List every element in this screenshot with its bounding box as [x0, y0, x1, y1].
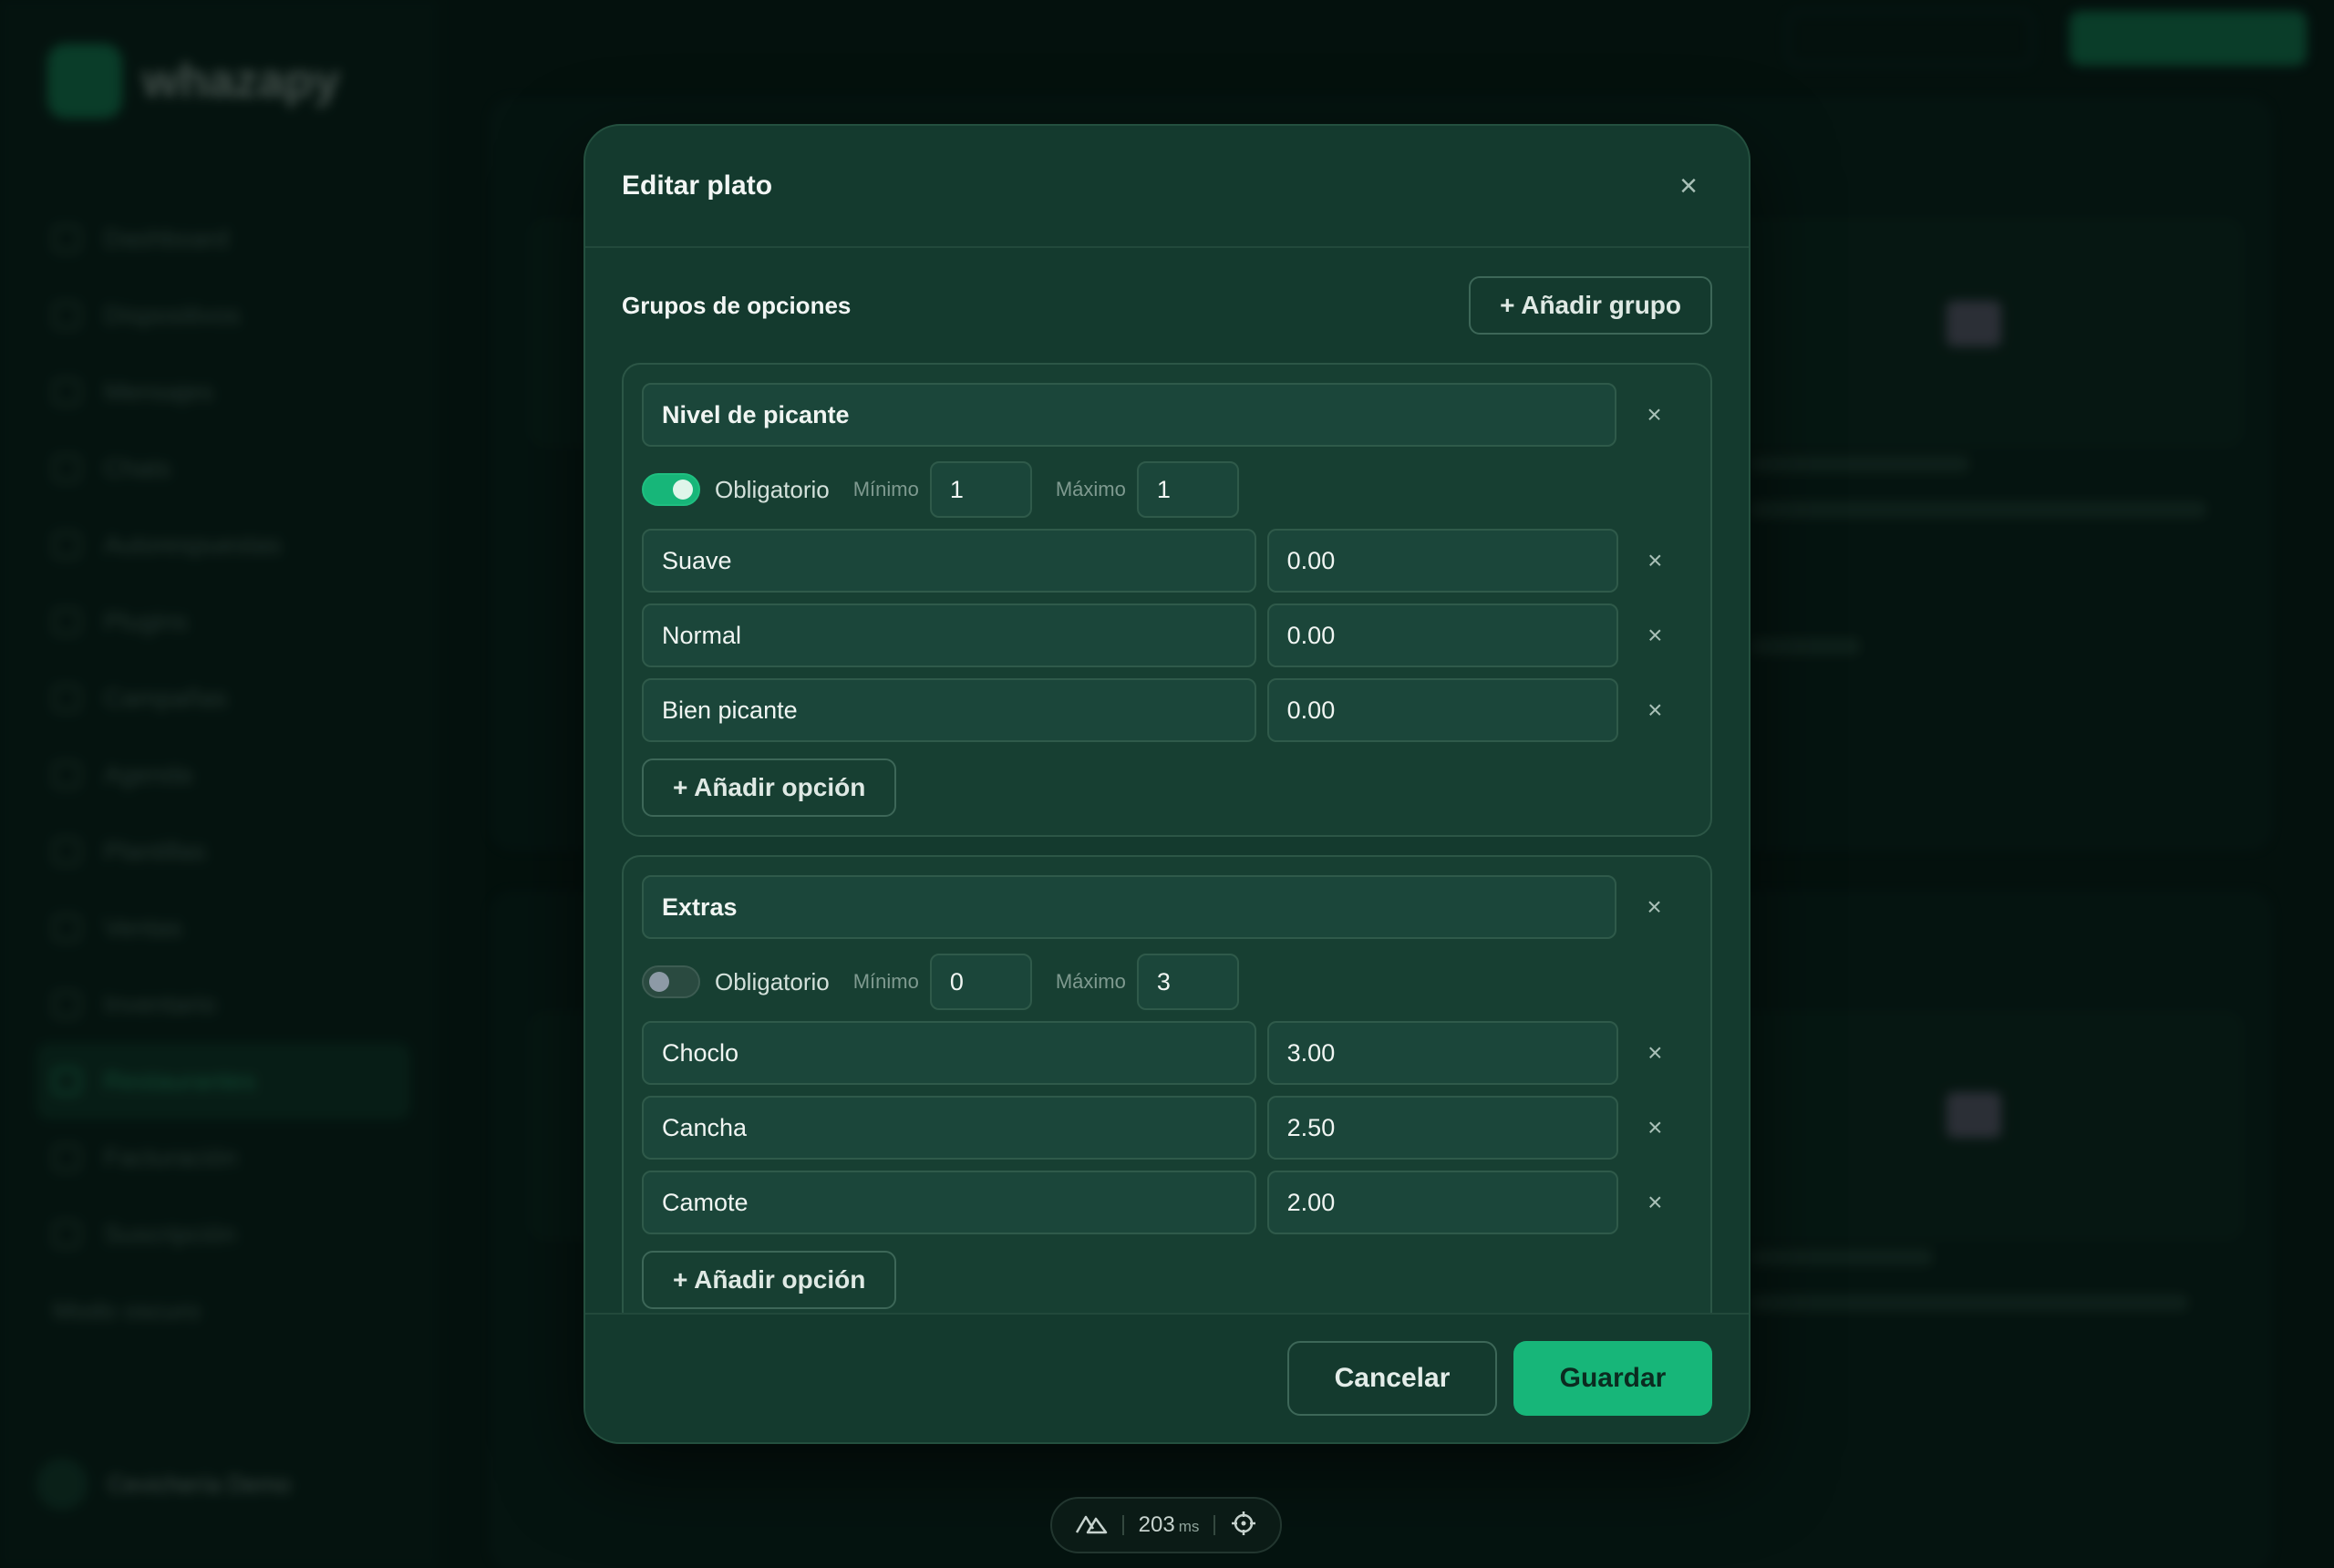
option-name-input[interactable]: Normal: [642, 603, 1256, 667]
modal-header: Editar plato ×: [585, 126, 1749, 248]
toggle-knob: [673, 480, 693, 500]
remove-option-icon[interactable]: ×: [1618, 696, 1692, 725]
option-name-input[interactable]: Cancha: [642, 1096, 1256, 1160]
option-price-input[interactable]: 2.50: [1266, 1096, 1618, 1160]
nuxt-logo-icon[interactable]: [1075, 1512, 1108, 1539]
close-icon[interactable]: ×: [1668, 166, 1709, 206]
max-label: Máximo: [1055, 970, 1126, 993]
option-name-input[interactable]: Choclo: [642, 1021, 1256, 1085]
option-price-input[interactable]: 0.00: [1266, 678, 1618, 742]
save-button[interactable]: Guardar: [1513, 1341, 1712, 1416]
option-price-input[interactable]: 2.00: [1266, 1171, 1618, 1234]
group-settings-row: Obligatorio Mínimo 0 Máximo 3: [642, 954, 1692, 1010]
cancel-button[interactable]: Cancelar: [1287, 1341, 1497, 1416]
render-time-value: 203: [1138, 1512, 1175, 1537]
required-toggle[interactable]: [642, 473, 700, 506]
max-input[interactable]: 1: [1136, 461, 1239, 518]
remove-option-icon[interactable]: ×: [1618, 1038, 1692, 1068]
divider: [1121, 1515, 1124, 1535]
required-label: Obligatorio: [715, 475, 830, 503]
render-time: 203 ms: [1139, 1512, 1200, 1538]
max-input[interactable]: 3: [1136, 954, 1239, 1010]
option-name-input[interactable]: Suave: [642, 529, 1256, 593]
remove-option-icon[interactable]: ×: [1618, 621, 1692, 650]
required-label: Obligatorio: [715, 967, 830, 995]
option-price-input[interactable]: 0.00: [1266, 603, 1618, 667]
group-settings-row: Obligatorio Mínimo 1 Máximo 1: [642, 461, 1692, 518]
min-label: Mínimo: [852, 478, 919, 500]
group-name-input[interactable]: Nivel de picante: [642, 383, 1617, 447]
option-groups-header: Grupos de opciones + Añadir grupo: [622, 248, 1712, 363]
remove-group-icon[interactable]: ×: [1616, 400, 1692, 429]
group-name-row: Nivel de picante ×: [642, 383, 1692, 447]
add-option-button[interactable]: + Añadir opción: [642, 1251, 897, 1309]
dev-toolbar: 203 ms: [1050, 1497, 1282, 1553]
group-name-row: Extras ×: [642, 875, 1692, 939]
option-row: Normal 0.00 ×: [642, 603, 1692, 667]
option-price-input[interactable]: 0.00: [1266, 529, 1618, 593]
option-row: Choclo 3.00 ×: [642, 1021, 1692, 1085]
min-label: Mínimo: [852, 970, 919, 993]
option-group: Extras × Obligatorio Mínimo 0 Máximo 3 Choclo 3.…: [622, 855, 1712, 1313]
option-name-input[interactable]: Camote: [642, 1171, 1256, 1234]
option-row: Cancha 2.50 ×: [642, 1096, 1692, 1160]
add-group-button[interactable]: + Añadir grupo: [1469, 276, 1712, 335]
crosshair-icon[interactable]: [1230, 1510, 1257, 1542]
modal-footer: Cancelar Guardar: [585, 1313, 1749, 1442]
option-row: Bien picante 0.00 ×: [642, 678, 1692, 742]
section-title: Grupos de opciones: [622, 291, 852, 319]
option-groups: Nivel de picante × Obligatorio Mínimo 1 Máxim…: [622, 363, 1712, 1313]
divider: [1213, 1515, 1216, 1535]
option-row: Camote 2.00 ×: [642, 1171, 1692, 1234]
min-input[interactable]: 0: [929, 954, 1032, 1010]
max-label: Máximo: [1055, 478, 1126, 500]
remove-group-icon[interactable]: ×: [1616, 892, 1692, 922]
remove-option-icon[interactable]: ×: [1618, 546, 1692, 575]
group-name-input[interactable]: Extras: [642, 875, 1617, 939]
remove-option-icon[interactable]: ×: [1618, 1113, 1692, 1142]
edit-dish-modal: Editar plato × Grupos de opciones + Añad…: [584, 124, 1750, 1444]
required-toggle[interactable]: [642, 965, 700, 998]
render-time-unit: ms: [1178, 1518, 1200, 1535]
add-option-button[interactable]: + Añadir opción: [642, 758, 897, 817]
option-price-input[interactable]: 3.00: [1266, 1021, 1618, 1085]
option-group: Nivel de picante × Obligatorio Mínimo 1 Máxim…: [622, 363, 1712, 837]
modal-title: Editar plato: [622, 170, 773, 201]
modal-body[interactable]: Grupos de opciones + Añadir grupo Nivel …: [585, 248, 1749, 1313]
option-name-input[interactable]: Bien picante: [642, 678, 1256, 742]
option-row: Suave 0.00 ×: [642, 529, 1692, 593]
min-input[interactable]: 1: [929, 461, 1032, 518]
remove-option-icon[interactable]: ×: [1618, 1188, 1692, 1217]
toggle-knob: [649, 972, 669, 992]
